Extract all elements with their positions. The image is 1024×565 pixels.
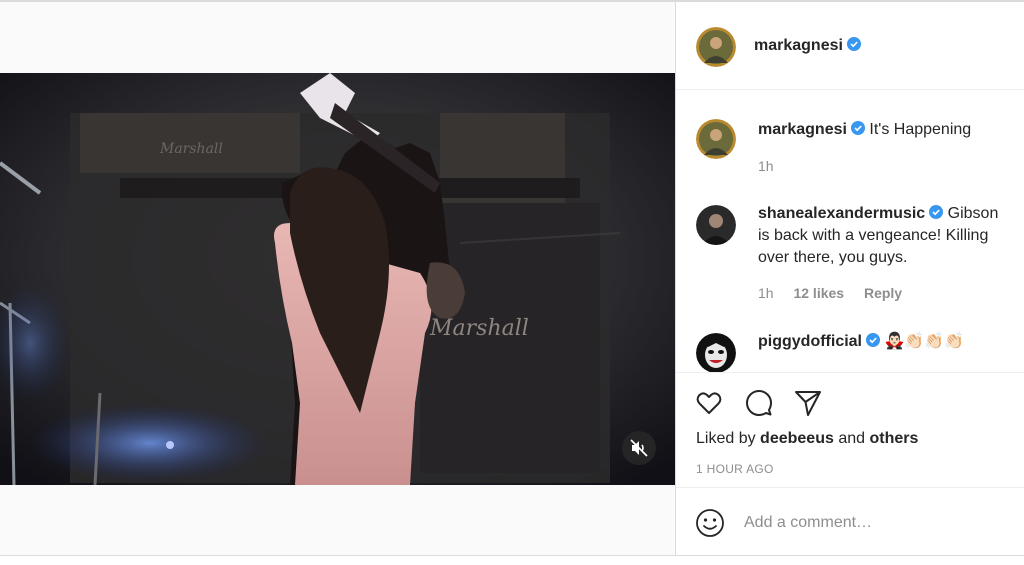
comment-emoji: 🧛🏻‍♂️👏🏻👏🏻👏🏻 bbox=[884, 333, 965, 350]
post-dialog: Marshall Marshall markagnesi markagnesi … bbox=[0, 0, 1024, 565]
comment-input[interactable] bbox=[744, 510, 1004, 536]
comment-text: It's Happening bbox=[869, 121, 972, 138]
bottom-border bbox=[0, 555, 1024, 556]
comment-text-line: Gibson bbox=[947, 205, 999, 222]
liked-by-user[interactable]: deebeeus bbox=[760, 430, 834, 447]
comment-username[interactable]: shanealexandermusic bbox=[758, 205, 925, 222]
reply-button[interactable]: Reply bbox=[864, 285, 902, 301]
author-username-row: markagnesi bbox=[754, 37, 861, 55]
comment-button[interactable] bbox=[744, 388, 774, 418]
comment-username[interactable]: piggydofficial bbox=[758, 333, 862, 350]
comment-likes[interactable]: 12 likes bbox=[793, 285, 844, 301]
comment-icon bbox=[746, 390, 772, 416]
liked-by-prefix: Liked by bbox=[696, 430, 756, 447]
emoji-button[interactable] bbox=[695, 508, 725, 538]
post-timestamp[interactable]: 1 HOUR AGO bbox=[696, 462, 774, 476]
comment-text-row: piggydofficial 🧛🏻‍♂️👏🏻👏🏻👏🏻 bbox=[758, 331, 964, 353]
like-button[interactable] bbox=[694, 388, 724, 418]
emoji-icon bbox=[696, 509, 724, 537]
liked-by-line: Liked by deebeeus and others bbox=[696, 430, 918, 448]
comments-list: markagnesi It's Happening 1h shanealexan… bbox=[676, 91, 1024, 372]
commenter-avatar[interactable] bbox=[696, 333, 736, 372]
share-icon bbox=[795, 391, 821, 416]
mute-icon bbox=[630, 439, 648, 457]
verified-icon bbox=[846, 37, 861, 51]
comment-time[interactable]: 1h bbox=[758, 158, 774, 174]
verified-icon bbox=[866, 333, 880, 347]
amp-logo-text-top: Marshall bbox=[159, 141, 223, 157]
commenter-avatar[interactable] bbox=[696, 205, 736, 245]
heart-icon bbox=[696, 392, 722, 414]
comment-username[interactable]: markagnesi bbox=[758, 121, 847, 138]
author-avatar[interactable] bbox=[696, 27, 736, 67]
share-button[interactable] bbox=[793, 388, 823, 418]
comment-text-line: over there, you guys. bbox=[758, 249, 908, 266]
amp-logo-text: Marshall bbox=[429, 316, 529, 341]
video-player[interactable]: Marshall Marshall bbox=[0, 73, 675, 485]
commenter-avatar[interactable] bbox=[696, 119, 736, 159]
author-username[interactable]: markagnesi bbox=[754, 37, 843, 54]
comment-text-row: markagnesi It's Happening bbox=[758, 119, 971, 141]
comment-meta: 1h bbox=[758, 158, 790, 174]
post-sidebar: markagnesi markagnesi It's Happening 1h … bbox=[676, 2, 1024, 555]
comment-text-block: shanealexandermusic Gibson is back with … bbox=[758, 203, 998, 269]
verified-icon bbox=[929, 205, 944, 219]
verified-icon bbox=[850, 121, 865, 135]
add-comment-bar bbox=[676, 487, 1024, 555]
comment-text-line: is back with a vengeance! Killing bbox=[758, 227, 989, 244]
liked-by-and: and bbox=[838, 430, 866, 447]
post-header: markagnesi bbox=[676, 2, 1024, 90]
comment-meta: 1h 12 likes Reply bbox=[758, 285, 918, 301]
comment-time[interactable]: 1h bbox=[758, 285, 774, 301]
post-actions: Liked by deebeeus and others 1 HOUR AGO bbox=[676, 372, 1024, 487]
mute-button[interactable] bbox=[622, 431, 656, 465]
liked-by-others[interactable]: others bbox=[869, 430, 918, 447]
video-frame: Marshall Marshall bbox=[0, 73, 675, 485]
